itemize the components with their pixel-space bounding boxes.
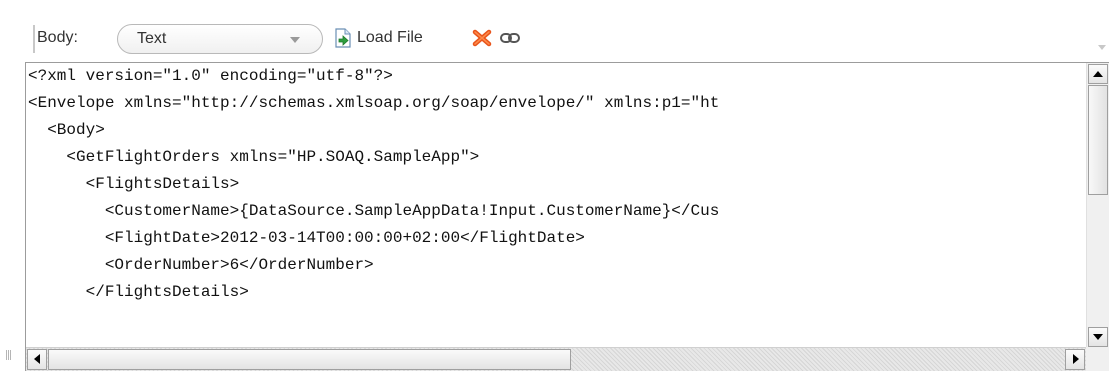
load-file-button[interactable]: Load File bbox=[333, 25, 423, 51]
code-line: </FlightsDetails> bbox=[28, 283, 249, 301]
link-button[interactable] bbox=[499, 29, 521, 47]
vertical-scrollbar[interactable] bbox=[1086, 63, 1109, 348]
code-line: <FlightsDetails> bbox=[28, 175, 240, 193]
chevron-down-icon bbox=[290, 37, 300, 43]
horizontal-scroll-thumb[interactable] bbox=[48, 349, 571, 370]
scroll-right-button[interactable] bbox=[1065, 349, 1085, 370]
resize-grip-icon[interactable] bbox=[6, 350, 12, 360]
body-type-select[interactable]: Text bbox=[117, 24, 323, 54]
vertical-scroll-thumb[interactable] bbox=[1088, 85, 1108, 195]
code-line: <Envelope xmlns="http://schemas.xmlsoap.… bbox=[28, 94, 720, 112]
body-toolbar: Body: Text Load File bbox=[25, 10, 1109, 62]
arrow-up-icon bbox=[1093, 71, 1103, 77]
scroll-up-button[interactable] bbox=[1088, 64, 1108, 84]
arrow-left-icon bbox=[34, 354, 40, 364]
request-body-panel: Body: Text Load File <?xml version="1.0"… bbox=[25, 10, 1109, 371]
code-line: <?xml version="1.0" encoding="utf-8"?> bbox=[28, 67, 393, 85]
delete-icon bbox=[472, 29, 492, 47]
arrow-down-icon bbox=[1093, 334, 1103, 340]
code-line: <FlightDate>2012-03-14T00:00:00+02:00</F… bbox=[28, 229, 585, 247]
code-line: <CustomerName>{DataSource.SampleAppData!… bbox=[28, 202, 720, 220]
link-icon bbox=[500, 33, 520, 43]
code-line: <OrderNumber>6</OrderNumber> bbox=[28, 256, 374, 274]
arrow-right-icon bbox=[1073, 354, 1079, 364]
code-line: <Body> bbox=[28, 121, 105, 139]
body-type-selected-value: Text bbox=[137, 30, 167, 47]
load-file-icon bbox=[335, 28, 351, 48]
scroll-left-button[interactable] bbox=[27, 349, 47, 370]
load-file-label: Load File bbox=[357, 29, 423, 46]
delete-button[interactable] bbox=[471, 27, 493, 49]
body-label: Body: bbox=[37, 29, 78, 46]
toolbar-divider bbox=[33, 25, 35, 53]
code-area[interactable]: <?xml version="1.0" encoding="utf-8"?> <… bbox=[26, 63, 1086, 348]
code-line: <GetFlightOrders xmlns="HP.SOAQ.SampleAp… bbox=[28, 148, 480, 166]
xml-body-editor[interactable]: <?xml version="1.0" encoding="utf-8"?> <… bbox=[25, 62, 1109, 371]
horizontal-scrollbar[interactable] bbox=[26, 347, 1086, 371]
scrollbar-corner bbox=[1086, 347, 1109, 371]
toolbar-overflow-arrow-icon[interactable] bbox=[1098, 45, 1106, 50]
scroll-down-button[interactable] bbox=[1088, 327, 1108, 347]
